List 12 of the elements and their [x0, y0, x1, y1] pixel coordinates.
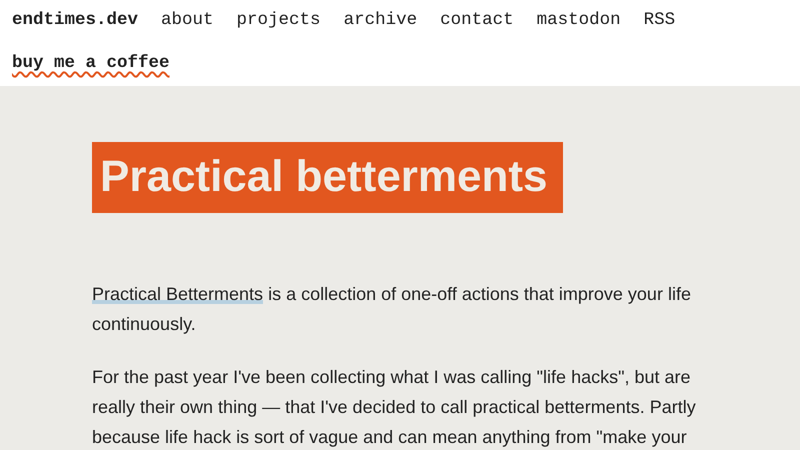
site-name-link[interactable]: endtimes.dev	[12, 10, 138, 30]
body-paragraph: For the past year I've been collecting what I was calling "life hacks", but are really their own thing — that I've decided to call practical betterments. Partly because life hack is sort of vague and can mean anything from "make your	[92, 366, 697, 449]
nav-link[interactable]: contact	[440, 10, 514, 30]
nav-link[interactable]: archive	[344, 10, 418, 30]
nav-link[interactable]: mastodon	[536, 10, 621, 30]
intro-paragraph: Practical Betterments is a collection of one-off actions that improve your life continuously.	[92, 283, 692, 336]
article-link[interactable]: Practical Betterments	[92, 284, 264, 304]
page-title: Practical betterments	[92, 142, 563, 213]
nav-link[interactable]: about	[161, 10, 214, 30]
nav-link[interactable]: projects	[236, 10, 321, 30]
coffee-link[interactable]: buy me a coffee	[12, 53, 170, 73]
nav-link[interactable]: RSS	[644, 10, 676, 30]
